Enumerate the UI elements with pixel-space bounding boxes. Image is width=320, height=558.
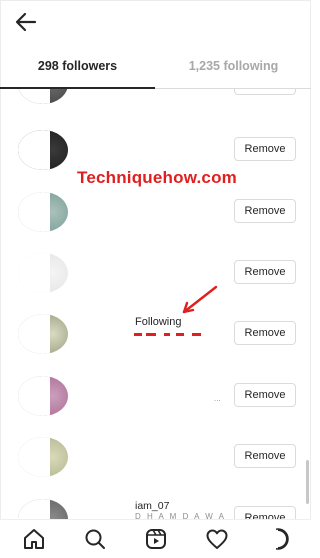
remove-button[interactable]: Remove xyxy=(234,137,296,161)
remove-button[interactable]: Remove xyxy=(234,444,296,468)
list-item[interactable]: Remove xyxy=(0,250,311,296)
bottom-nav xyxy=(0,519,311,558)
avatar-blur-mask xyxy=(18,130,50,170)
home-icon[interactable] xyxy=(22,527,46,551)
avatar-blur-mask xyxy=(18,314,50,354)
remove-button[interactable]: Remove xyxy=(234,321,296,345)
tab-followers[interactable]: 298 followers xyxy=(0,44,155,88)
avatar[interactable] xyxy=(18,130,68,170)
username-fragment: iam_07 xyxy=(135,500,170,512)
red-arrow-annotation xyxy=(182,285,218,314)
search-icon[interactable] xyxy=(83,527,107,551)
arrow-left-icon[interactable] xyxy=(12,8,40,36)
avatar-blur-mask xyxy=(18,253,50,293)
avatar-blur-mask xyxy=(18,89,50,104)
remove-button[interactable]: Remove xyxy=(234,260,296,284)
avatar[interactable] xyxy=(18,376,68,416)
list-item[interactable]: Remove xyxy=(0,189,311,235)
avatar[interactable] xyxy=(18,192,68,232)
list-item[interactable]: Remove xyxy=(0,373,311,419)
avatar[interactable] xyxy=(18,253,68,293)
followers-list[interactable]: Remove Remove Remove Remove Remove Remove Remo… xyxy=(0,89,311,519)
avatar-blur-mask xyxy=(18,437,50,477)
watermark-text: Techniquehow.com xyxy=(77,168,237,187)
avatar-blur-mask xyxy=(18,192,50,232)
heart-icon[interactable] xyxy=(205,527,229,551)
follow-tabs: 298 followers 1,235 following xyxy=(0,44,311,89)
remove-button[interactable]: Remove xyxy=(234,199,296,223)
profile-icon[interactable] xyxy=(266,527,290,551)
list-item[interactable]: Remove xyxy=(0,127,311,173)
list-item[interactable]: Remove xyxy=(0,89,311,107)
remove-button[interactable]: Remove xyxy=(234,506,296,519)
following-label: Following xyxy=(135,316,182,328)
remove-button[interactable]: Remove xyxy=(234,89,296,95)
scrollbar[interactable] xyxy=(306,460,309,504)
username-dots: ... xyxy=(214,394,221,403)
avatar-blur-mask xyxy=(18,376,50,416)
avatar[interactable] xyxy=(18,89,68,104)
avatar[interactable] xyxy=(18,314,68,354)
avatar[interactable] xyxy=(18,499,68,519)
avatar-blur-mask xyxy=(18,499,50,519)
avatar[interactable] xyxy=(18,437,68,477)
reels-icon[interactable] xyxy=(144,527,168,551)
remove-button[interactable]: Remove xyxy=(234,383,296,407)
top-bar xyxy=(0,0,311,44)
list-item[interactable]: Remove xyxy=(0,434,311,480)
tab-following[interactable]: 1,235 following xyxy=(156,44,311,88)
redaction-marks xyxy=(134,333,201,336)
